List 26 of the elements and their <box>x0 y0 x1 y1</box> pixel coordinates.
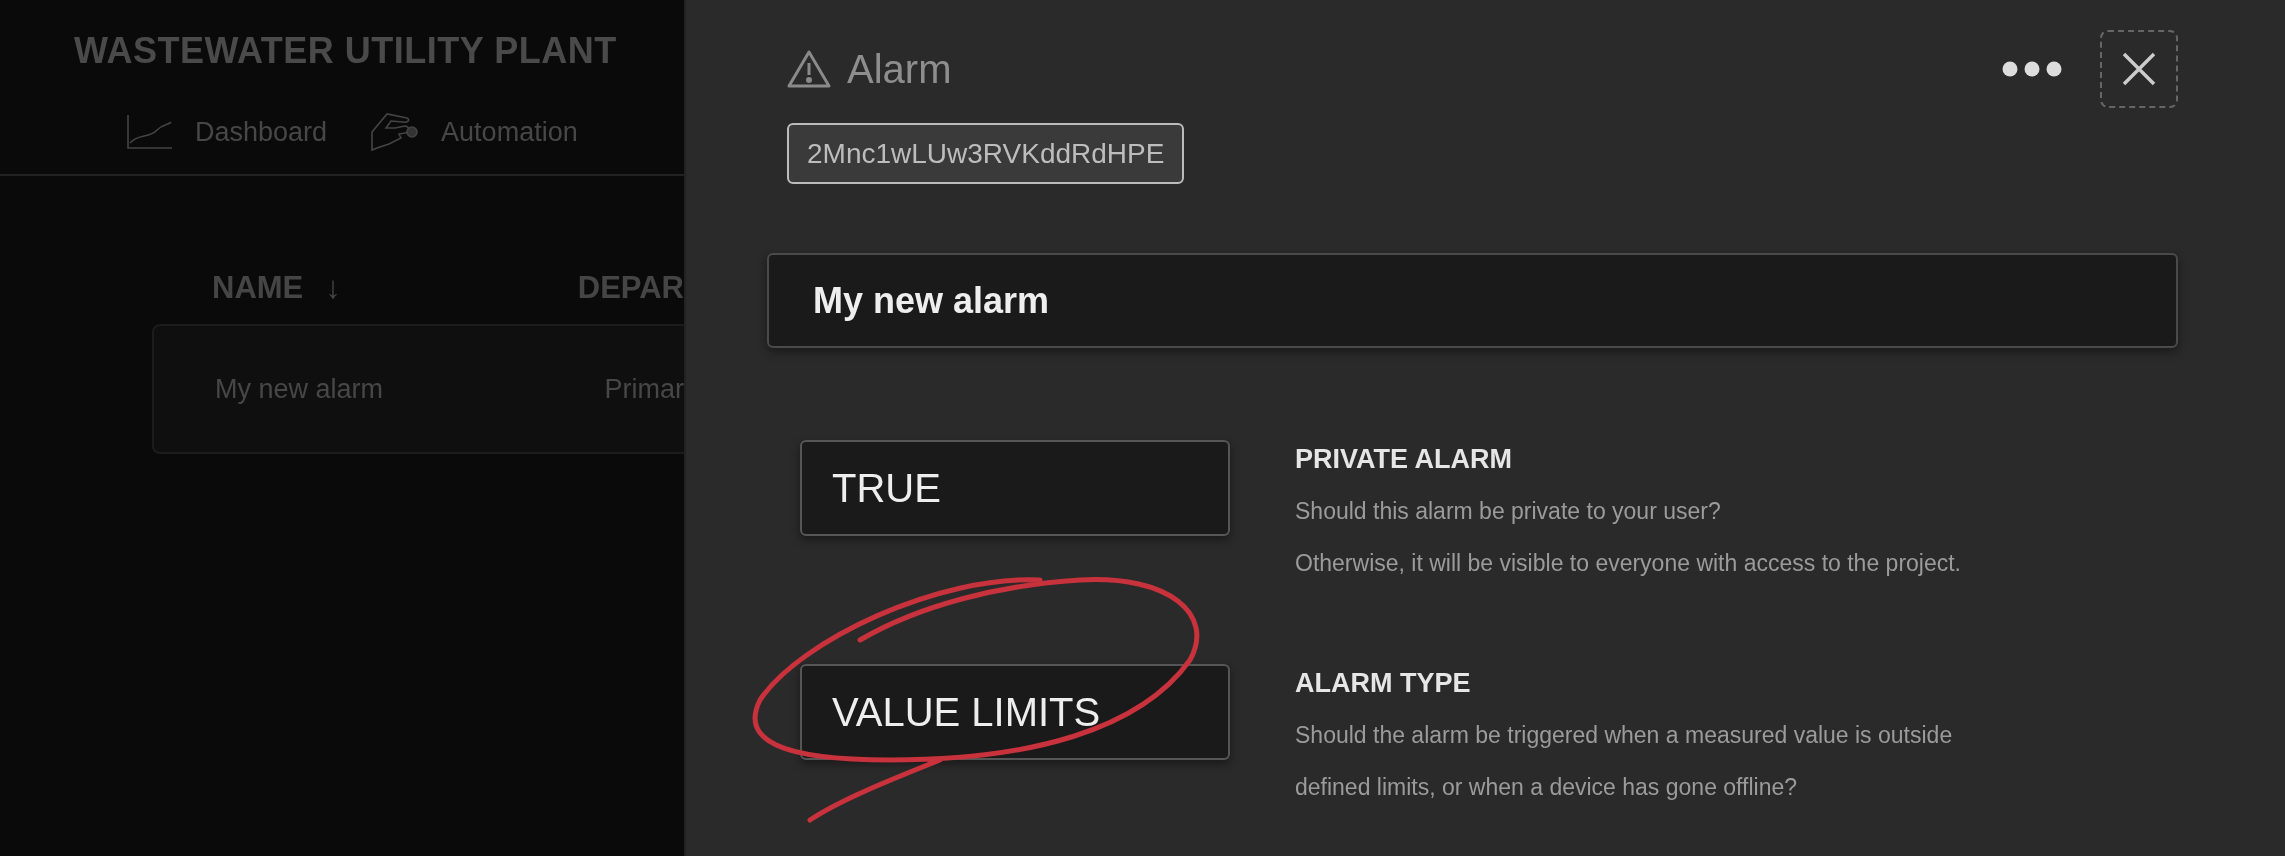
plant-title: WASTEWATER UTILITY PLANT <box>74 30 617 72</box>
line-chart-icon <box>127 115 173 149</box>
table-row[interactable]: My new alarm Primar <box>152 324 684 454</box>
warning-icon <box>787 49 831 89</box>
hand-icon <box>371 112 420 152</box>
table-cell-text: My new alarm <box>215 373 385 405</box>
drawer-title: Alarm <box>847 46 953 92</box>
setting-description: Should this alarm be private to your user? <box>1295 497 1722 526</box>
setting-value-button[interactable]: VALUE LIMITS <box>800 664 1230 760</box>
close-icon <box>2121 51 2157 87</box>
more-icon[interactable] <box>2002 61 2062 77</box>
setting-value-button[interactable]: TRUE <box>800 440 1230 536</box>
id-tag: 2Mnc1wLUw3RVKddRdHPE <box>787 123 1185 184</box>
nav-link[interactable]: Dashboard <box>127 112 328 152</box>
setting-description: Should the alarm be triggered when a measured value is outside <box>1295 721 1953 750</box>
close-button[interactable] <box>2100 30 2178 108</box>
column-header[interactable]: DEPAR <box>577 270 684 306</box>
name-field[interactable]: My new alarm <box>767 253 2178 348</box>
setting-description: defined limits, or when a device has gone offline? <box>1295 773 1799 802</box>
setting-label: PRIVATE ALARM <box>1295 444 1513 475</box>
nav-link[interactable]: Automation <box>371 112 578 152</box>
setting-description: Otherwise, it will be visible to everyone with access to the project. <box>1295 549 1961 578</box>
column-header[interactable]: NAME <box>212 270 304 306</box>
setting-label: ALARM TYPE <box>1295 668 1472 699</box>
sort-arrow[interactable]: ↓ <box>325 270 341 306</box>
table-cell: Primar <box>604 373 684 405</box>
